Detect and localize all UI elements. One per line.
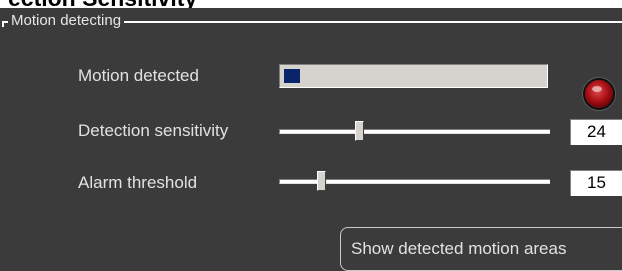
- title-strip: ection Sensitivity: [0, 0, 622, 8]
- slider-thumb[interactable]: [317, 171, 326, 191]
- detection-sensitivity-slider[interactable]: [279, 121, 550, 141]
- alarm-threshold-label: Alarm threshold: [78, 173, 198, 192]
- detection-sensitivity-label: Detection sensitivity: [78, 121, 229, 140]
- alarm-threshold-value[interactable]: 15: [570, 170, 622, 196]
- alarm-threshold-slider[interactable]: [279, 171, 550, 191]
- group-border-corner: [2, 21, 4, 27]
- clipped-section-title: ection Sensitivity: [8, 0, 197, 8]
- motion-level-bar: [279, 64, 548, 88]
- detection-sensitivity-value[interactable]: 24: [570, 119, 622, 145]
- led-highlight: [592, 86, 602, 92]
- slider-thumb[interactable]: [355, 121, 364, 141]
- motion-level-fill: [284, 69, 300, 83]
- show-motion-areas-button[interactable]: Show detected motion areas: [340, 227, 622, 271]
- slider-track: [279, 129, 550, 134]
- motion-detected-label: Motion detected: [78, 66, 199, 85]
- red-led-icon: [585, 80, 613, 108]
- group-title: Motion detecting: [8, 11, 125, 31]
